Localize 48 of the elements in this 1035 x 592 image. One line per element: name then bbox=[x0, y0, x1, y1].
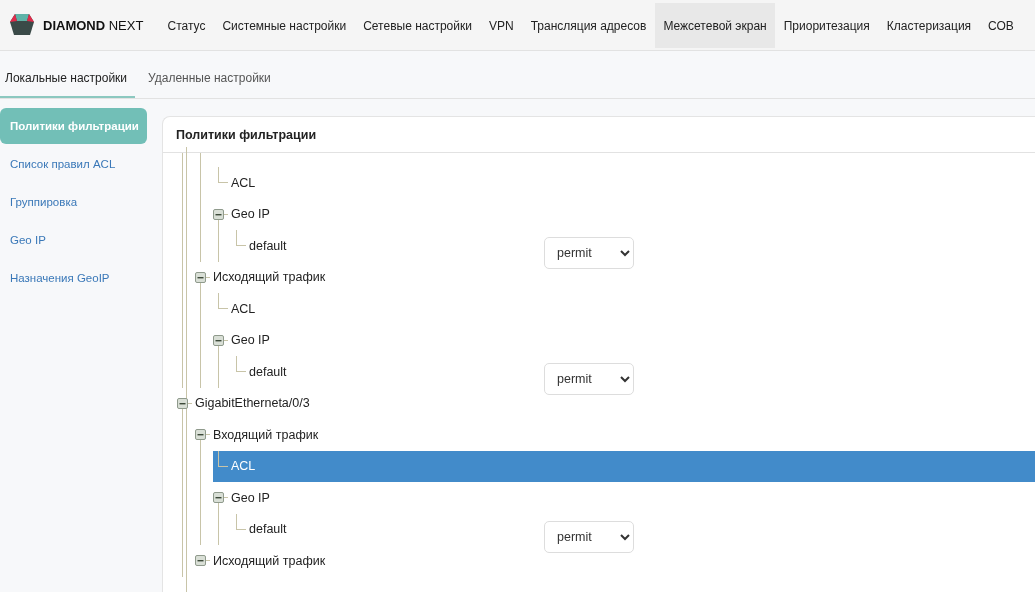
nav-tab[interactable]: Приоритезация bbox=[775, 3, 879, 48]
nav-tab[interactable]: Межсетевой экран bbox=[654, 3, 776, 48]
tree-label: Geo IP bbox=[231, 333, 270, 348]
sidebar-item[interactable]: Группировка bbox=[0, 184, 147, 220]
tree-label: ACL bbox=[231, 175, 256, 190]
collapse-icon[interactable] bbox=[195, 271, 206, 283]
settings-tab[interactable]: Удаленные настройки bbox=[143, 60, 279, 98]
tree-label: Geo IP bbox=[231, 490, 270, 505]
collapse-icon[interactable] bbox=[195, 429, 206, 441]
tree-label: ACL bbox=[231, 459, 256, 474]
tree-row[interactable]: Geo IP bbox=[213, 324, 1035, 356]
tree-row[interactable]: Geo IP bbox=[213, 198, 1035, 230]
action-select[interactable]: permit bbox=[544, 520, 634, 553]
brand-name: DIAMOND NEXT bbox=[43, 17, 144, 33]
nav-tab[interactable]: Кластеризация bbox=[878, 3, 980, 48]
tree-row[interactable]: Geo IP bbox=[213, 482, 1035, 514]
action-select[interactable]: permit bbox=[544, 237, 634, 269]
tree-label: default bbox=[249, 364, 287, 379]
tree-label: default bbox=[249, 522, 287, 537]
tree-label: Входящий трафик bbox=[213, 427, 319, 442]
tree-label: default bbox=[249, 238, 287, 253]
collapse-icon[interactable] bbox=[177, 397, 188, 409]
nav-tab[interactable]: Сетевые настройки bbox=[354, 3, 481, 48]
tree-row[interactable]: Входящий трафик bbox=[195, 419, 1035, 451]
tree-label: ACL bbox=[231, 301, 256, 316]
gem-logo-icon bbox=[9, 12, 35, 38]
nav-tab[interactable]: Статус bbox=[159, 3, 214, 48]
tree-row[interactable]: ACL bbox=[213, 167, 1035, 199]
tree-row[interactable]: ACL bbox=[213, 293, 1035, 325]
nav-tab[interactable]: Трансляция адресов bbox=[522, 3, 655, 48]
sidebar-item[interactable]: Список правил ACL bbox=[0, 146, 147, 182]
tree-label: GigabitEtherneta/0/3 bbox=[195, 396, 310, 411]
collapse-icon[interactable] bbox=[213, 492, 224, 504]
collapse-icon[interactable] bbox=[213, 208, 224, 220]
nav-tab[interactable]: Системные настройки bbox=[213, 3, 355, 48]
collapse-icon[interactable] bbox=[195, 555, 206, 567]
panel-title: Политики фильтрации bbox=[176, 127, 317, 142]
nav-tab[interactable]: VPN bbox=[480, 3, 523, 48]
sidebar-item[interactable]: Geo IP bbox=[0, 222, 147, 258]
collapse-icon[interactable] bbox=[213, 334, 224, 346]
action-select[interactable]: permit bbox=[544, 363, 634, 395]
sidebar-item[interactable]: Назначения GeoIP bbox=[0, 260, 147, 296]
tree-label: Geo IP bbox=[231, 207, 270, 222]
tree-label: Исходящий трафик bbox=[213, 553, 326, 568]
tree-row[interactable]: ACL bbox=[213, 450, 1035, 482]
nav-tab[interactable]: СОВ bbox=[979, 3, 1023, 48]
tree-label: Исходящий трафик bbox=[213, 270, 326, 285]
settings-tab[interactable]: Локальные настройки bbox=[0, 60, 136, 98]
